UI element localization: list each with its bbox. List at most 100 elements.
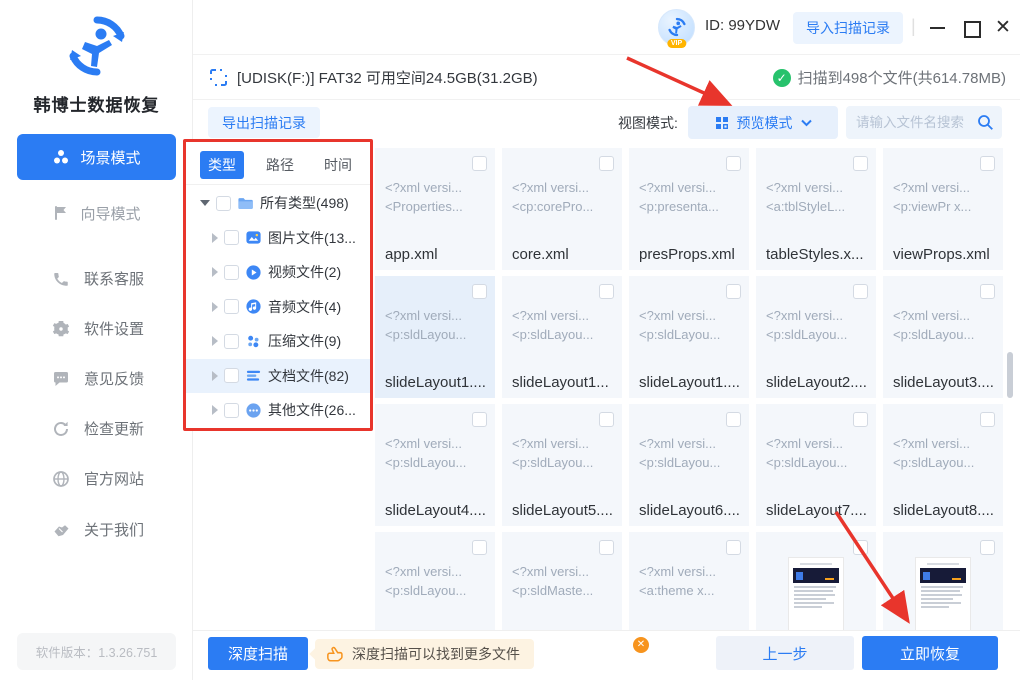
file-checkbox[interactable] bbox=[599, 412, 614, 427]
file-checkbox[interactable] bbox=[726, 412, 741, 427]
file-preview-text: <?xml versi... <p:sldLayou... bbox=[639, 436, 721, 470]
sidebar-item-contact-support[interactable]: 联系客服 bbox=[52, 268, 144, 289]
caret-right-icon[interactable] bbox=[212, 267, 218, 278]
file-card[interactable]: <?xml versi... <p:sldLayou... slideLayout1… bbox=[375, 276, 495, 398]
file-checkbox[interactable] bbox=[980, 284, 995, 299]
file-checkbox[interactable] bbox=[980, 156, 995, 171]
file-card[interactable]: <?xml versi... <p:sldMaste... bbox=[502, 532, 622, 630]
tip-close-icon[interactable]: ✕ bbox=[633, 637, 649, 653]
close-button[interactable]: ✕ bbox=[993, 18, 1013, 38]
sidebar-item-scene-mode[interactable]: 场景模式 bbox=[17, 134, 176, 180]
tree-checkbox[interactable] bbox=[224, 333, 239, 349]
file-checkbox[interactable] bbox=[853, 284, 868, 299]
file-card[interactable]: <?xml versi... <p:sldLayou... slideLayout1… bbox=[629, 276, 749, 398]
file-card[interactable]: <?xml versi... <cp:corePro... core.xml bbox=[502, 148, 622, 270]
tree-tabs: 类型 路径 时间 bbox=[200, 151, 360, 179]
tree-checkbox[interactable] bbox=[224, 368, 239, 384]
tree-checkbox[interactable] bbox=[224, 264, 239, 280]
file-card[interactable]: <?xml versi... <p:sldLayou... slideLayout3… bbox=[883, 276, 1003, 398]
sidebar-item-official-site[interactable]: 官方网站 bbox=[52, 468, 144, 489]
scan-status-text: 扫描到498个文件(共614.78MB) bbox=[797, 70, 1006, 87]
tab-time[interactable]: 时间 bbox=[316, 151, 360, 179]
file-card[interactable]: <?xml versi... <p:sldLayou... slideLayout8… bbox=[883, 404, 1003, 526]
grid-scrollbar[interactable] bbox=[1007, 352, 1013, 398]
tree-node-all-types[interactable]: 所有类型(498) bbox=[186, 186, 371, 221]
file-name: slideLayout1... bbox=[512, 374, 609, 391]
file-card[interactable]: <?xml versi... <Properties... app.xml bbox=[375, 148, 495, 270]
file-checkbox[interactable] bbox=[853, 540, 868, 555]
tree-checkbox[interactable] bbox=[224, 299, 239, 315]
document-icon bbox=[246, 371, 261, 381]
file-checkbox[interactable] bbox=[726, 156, 741, 171]
tree-node-video-files[interactable]: 视频文件(2) bbox=[186, 255, 371, 290]
file-checkbox[interactable] bbox=[726, 540, 741, 555]
search-icon[interactable] bbox=[977, 114, 994, 131]
sidebar-item-wizard-mode[interactable]: 向导模式 bbox=[17, 190, 176, 236]
file-card[interactable]: <?xml versi... <p:presenta... presProps.xm… bbox=[629, 148, 749, 270]
file-checkbox[interactable] bbox=[472, 284, 487, 299]
sidebar-item-about-us[interactable]: 关于我们 bbox=[52, 519, 144, 540]
recover-now-button[interactable]: 立即恢复 bbox=[862, 636, 998, 670]
search-input[interactable] bbox=[856, 115, 977, 130]
file-card[interactable] bbox=[756, 532, 876, 630]
file-checkbox[interactable] bbox=[472, 412, 487, 427]
file-checkbox[interactable] bbox=[599, 540, 614, 555]
file-card[interactable]: <?xml versi... <p:sldLayou... slideLayout6… bbox=[629, 404, 749, 526]
file-card[interactable]: <?xml versi... <a:tblStyleL... tableStyles… bbox=[756, 148, 876, 270]
file-card[interactable]: <?xml versi... <p:sldLayou... slideLayout7… bbox=[756, 404, 876, 526]
view-mode-value: 预览模式 bbox=[736, 114, 793, 131]
file-checkbox[interactable] bbox=[599, 284, 614, 299]
file-card[interactable]: <?xml versi... <a:theme x... bbox=[629, 532, 749, 630]
sidebar-item-label: 场景模式 bbox=[80, 149, 141, 167]
file-checkbox[interactable] bbox=[980, 412, 995, 427]
tree-checkbox[interactable] bbox=[216, 195, 231, 211]
tree-node-image-files[interactable]: 图片文件(13... bbox=[186, 221, 371, 256]
user-avatar[interactable]: VIP bbox=[658, 9, 695, 48]
file-card[interactable]: <?xml versi... <p:sldLayou... slideLayout5… bbox=[502, 404, 622, 526]
file-checkbox[interactable] bbox=[599, 156, 614, 171]
sidebar-item-settings[interactable]: 软件设置 bbox=[52, 318, 144, 339]
deep-scan-button[interactable]: 深度扫描 bbox=[208, 637, 308, 670]
search-box[interactable] bbox=[846, 106, 1002, 139]
file-card[interactable]: <?xml versi... <p:sldLayou... slideLayout4… bbox=[375, 404, 495, 526]
file-checkbox[interactable] bbox=[472, 540, 487, 555]
caret-right-icon[interactable] bbox=[212, 405, 218, 416]
previous-step-button[interactable]: 上一步 bbox=[716, 636, 854, 670]
file-checkbox[interactable] bbox=[472, 156, 487, 171]
tree-node-audio-files[interactable]: 音频文件(4) bbox=[186, 290, 371, 325]
video-icon bbox=[246, 265, 261, 280]
tab-path[interactable]: 路径 bbox=[258, 151, 302, 179]
file-card[interactable] bbox=[883, 532, 1003, 630]
file-checkbox[interactable] bbox=[853, 412, 868, 427]
file-checkbox[interactable] bbox=[980, 540, 995, 555]
file-preview-text: <?xml versi... <p:sldLayou... bbox=[766, 436, 848, 470]
caret-right-icon[interactable] bbox=[212, 232, 218, 243]
file-checkbox[interactable] bbox=[726, 284, 741, 299]
file-card[interactable]: <?xml versi... <p:sldLayou... slideLayout2… bbox=[756, 276, 876, 398]
export-scan-record-button[interactable]: 导出扫描记录 bbox=[208, 107, 320, 138]
file-card[interactable]: <?xml versi... <p:sldLayou... slideLayout1… bbox=[502, 276, 622, 398]
file-type-tree: 所有类型(498) 图片文件(13... 视频文件(2) 音频文件(4) 压缩文… bbox=[186, 186, 371, 428]
caret-right-icon[interactable] bbox=[212, 370, 218, 381]
tree-node-other-files[interactable]: 其他文件(26... bbox=[186, 393, 371, 428]
file-checkbox[interactable] bbox=[853, 156, 868, 171]
caret-down-icon[interactable] bbox=[200, 200, 210, 207]
user-id: ID: 99YDW bbox=[705, 17, 781, 34]
tree-node-archive-files[interactable]: 压缩文件(9) bbox=[186, 324, 371, 359]
tree-checkbox[interactable] bbox=[224, 230, 239, 246]
file-card[interactable]: <?xml versi... <p:viewPr x... viewProps.xm… bbox=[883, 148, 1003, 270]
file-card[interactable]: <?xml versi... <p:sldLayou... bbox=[375, 532, 495, 630]
caret-right-icon[interactable] bbox=[212, 336, 218, 347]
sidebar-item-feedback[interactable]: 意见反馈 bbox=[52, 368, 144, 389]
tree-checkbox[interactable] bbox=[224, 402, 239, 418]
caret-right-icon[interactable] bbox=[212, 301, 218, 312]
sidebar-item-check-update[interactable]: 检查更新 bbox=[52, 418, 144, 439]
tab-type[interactable]: 类型 bbox=[200, 151, 244, 179]
tree-node-document-files[interactable]: 文档文件(82) bbox=[186, 358, 371, 393]
view-mode-dropdown[interactable]: 预览模式 bbox=[688, 106, 838, 139]
file-name: slideLayout2.... bbox=[766, 374, 867, 391]
import-scan-record-button[interactable]: 导入扫描记录 bbox=[793, 12, 903, 44]
minimize-button[interactable] bbox=[928, 18, 948, 38]
maximize-button[interactable] bbox=[961, 18, 981, 38]
file-preview-text: <?xml versi... <cp:corePro... bbox=[512, 180, 594, 214]
